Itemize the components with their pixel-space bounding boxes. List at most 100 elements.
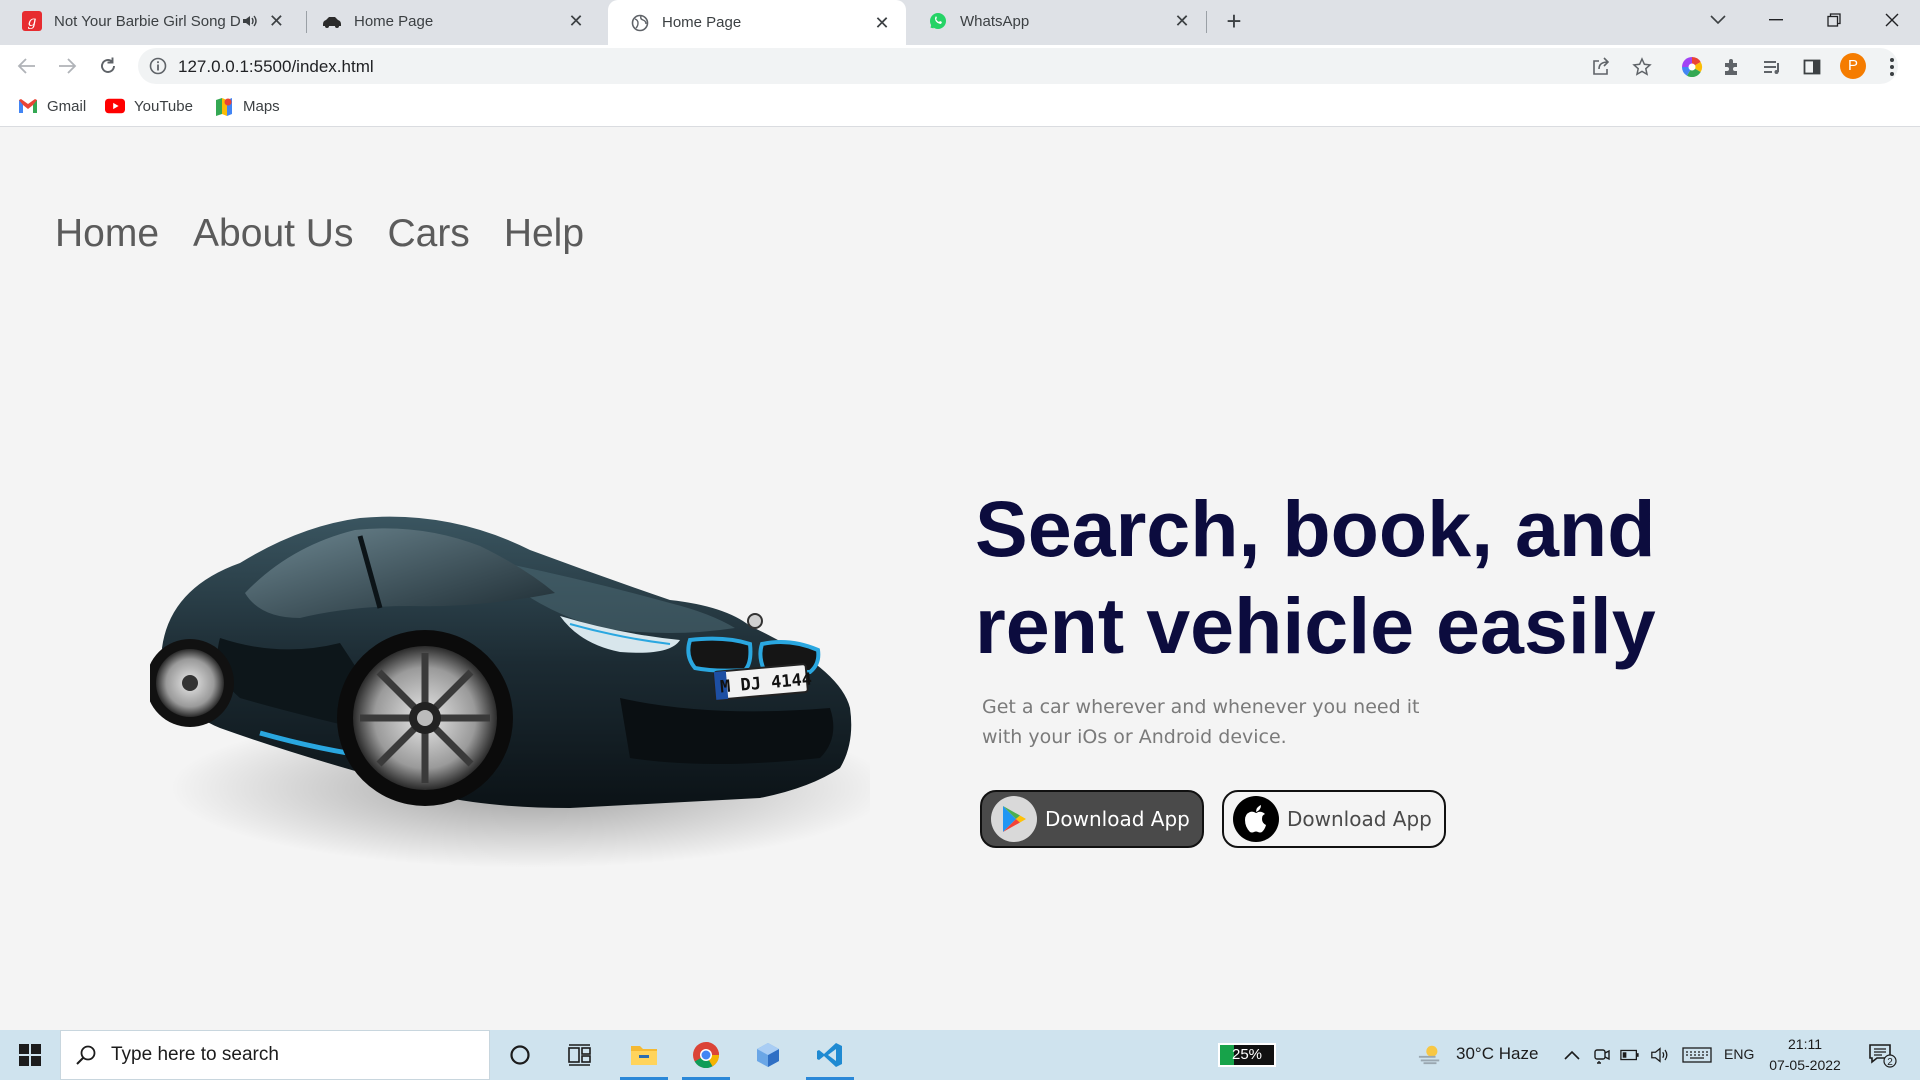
windows-logo-icon	[19, 1044, 41, 1066]
taskbar-search-input[interactable]	[111, 1044, 471, 1066]
apple-icon	[1233, 796, 1279, 842]
close-tab-icon[interactable]: ✕	[872, 13, 892, 33]
battery-overlay-text: 25%	[1231, 1046, 1263, 1063]
cortana-button[interactable]	[494, 1030, 546, 1080]
bookmark-label: Maps	[243, 97, 280, 115]
svg-text:g: g	[28, 14, 37, 30]
extensions-puzzle-icon[interactable]	[1720, 55, 1744, 79]
battery-icon[interactable]	[1620, 1045, 1640, 1065]
download-ios-label: Download App	[1287, 807, 1432, 831]
minimize-button[interactable]	[1748, 0, 1804, 40]
close-window-button[interactable]	[1864, 0, 1920, 40]
download-android-label: Download App	[1045, 807, 1190, 831]
bookmarks-bar: Gmail YouTube Maps	[0, 87, 1920, 127]
bookmark-label: YouTube	[134, 97, 193, 115]
gaana-icon: g	[22, 11, 42, 31]
hero-subtitle: Get a car wherever and whenever you need…	[982, 696, 1420, 748]
forward-button[interactable]	[54, 53, 80, 79]
download-buttons: Download App Download App	[980, 790, 1446, 848]
tab-title: Home Page	[662, 14, 742, 31]
whatsapp-icon	[928, 11, 948, 31]
profile-avatar[interactable]: P	[1840, 53, 1866, 79]
chrome-icon	[693, 1042, 720, 1069]
tab-music[interactable]: g Not Your Barbie Girl Song Do ✕	[0, 0, 300, 42]
input-language[interactable]: ENG	[1724, 1046, 1754, 1062]
taskbar-clock[interactable]: 21:11 07-05-2022	[1760, 1034, 1850, 1076]
close-tab-icon[interactable]: ✕	[267, 11, 286, 31]
cube-icon	[757, 1043, 779, 1067]
address-bar[interactable]: 127.0.0.1:5500/index.html	[138, 48, 1898, 84]
share-icon[interactable]	[1590, 56, 1612, 78]
globe-icon	[630, 13, 650, 33]
notification-center-button[interactable]: 2	[1868, 1042, 1898, 1068]
hero-headline-line-2: rent vehicle easily	[975, 581, 1656, 670]
weather-text[interactable]: 30°C Haze	[1456, 1044, 1538, 1064]
back-button[interactable]	[14, 53, 40, 79]
show-hidden-icons-chevron-icon[interactable]	[1562, 1045, 1582, 1065]
3d-viewer-button[interactable]	[742, 1030, 794, 1080]
notification-count: 2	[1887, 1057, 1893, 1068]
keyboard-icon[interactable]	[1682, 1045, 1712, 1065]
youtube-icon	[105, 96, 125, 116]
vscode-button[interactable]	[804, 1030, 856, 1080]
restore-button[interactable]	[1806, 0, 1862, 40]
google-play-icon	[991, 796, 1037, 842]
menu-kebab-icon[interactable]	[1880, 55, 1904, 79]
bookmark-maps[interactable]: Maps	[214, 96, 280, 116]
tab-title: WhatsApp	[960, 12, 1030, 30]
task-view-button[interactable]	[554, 1030, 606, 1080]
clock-date: 07-05-2022	[1769, 1057, 1841, 1073]
search-icon	[75, 1044, 97, 1066]
tab-home-active[interactable]: Home Page ✕	[608, 0, 906, 45]
nav-home-link[interactable]: Home	[55, 212, 159, 256]
media-queue-icon[interactable]	[1760, 55, 1784, 79]
tab-title: Not Your Barbie Girl Song Do	[54, 12, 241, 30]
tab-search-chevron-icon[interactable]	[1690, 0, 1746, 40]
browser-tabstrip: g Not Your Barbie Girl Song Do ✕ Home Pa…	[0, 0, 1920, 45]
download-android-button[interactable]: Download App	[980, 790, 1204, 848]
url-text[interactable]: 127.0.0.1:5500/index.html	[178, 57, 374, 77]
file-explorer-button[interactable]	[618, 1030, 670, 1080]
browser-toolbar: 127.0.0.1:5500/index.html P	[0, 45, 1920, 87]
task-view-icon	[568, 1044, 591, 1066]
meet-now-icon[interactable]	[1592, 1045, 1612, 1065]
tab-whatsapp[interactable]: WhatsApp ✕	[906, 0, 1206, 42]
site-info-icon[interactable]	[148, 56, 168, 76]
tab-separator	[1206, 11, 1207, 33]
maps-icon	[214, 96, 234, 116]
site-nav: Home About Us Cars Help	[55, 212, 584, 256]
bookmark-youtube[interactable]: YouTube	[105, 96, 193, 116]
web-page: Home About Us Cars Help M DJ 4144 Search…	[0, 128, 1920, 1030]
folder-icon	[631, 1046, 657, 1065]
volume-icon[interactable]	[1650, 1045, 1670, 1065]
close-tab-icon[interactable]: ✕	[1172, 11, 1192, 31]
reload-button[interactable]	[95, 53, 121, 79]
chat-bubble-icon: 2	[1869, 1044, 1897, 1068]
bookmark-gmail[interactable]: Gmail	[18, 96, 86, 116]
chrome-button[interactable]	[680, 1030, 732, 1080]
color-extension-icon[interactable]	[1680, 55, 1704, 79]
nav-help-link[interactable]: Help	[504, 212, 584, 256]
start-button[interactable]	[0, 1030, 60, 1080]
close-tab-icon[interactable]: ✕	[566, 11, 586, 31]
nav-cars-link[interactable]: Cars	[387, 212, 469, 256]
weather-haze-icon[interactable]	[1418, 1042, 1442, 1066]
side-panel-icon[interactable]	[1800, 55, 1824, 79]
hero-headline: Search, book, and rent vehicle easily	[975, 480, 1735, 674]
taskbar-search-box[interactable]	[60, 1030, 490, 1080]
clock-time: 21:11	[1788, 1036, 1822, 1052]
windows-taskbar: 25% 30°C Haze ENG 21:11 07-05-2022 2	[0, 1030, 1920, 1080]
tab-home-1[interactable]: Home Page ✕	[300, 0, 600, 42]
download-ios-button[interactable]: Download App	[1222, 790, 1446, 848]
hero-section: Search, book, and rent vehicle easily Ge…	[975, 480, 1735, 752]
cortana-circle-icon	[510, 1045, 530, 1065]
nav-about-us-link[interactable]: About Us	[193, 212, 353, 256]
new-tab-button[interactable]: +	[1221, 8, 1247, 35]
battery-percentage-overlay: 25%	[1218, 1043, 1276, 1067]
gmail-icon	[18, 96, 38, 116]
speaker-icon[interactable]	[241, 12, 259, 30]
tab-title: Home Page	[354, 12, 434, 30]
bookmark-star-icon[interactable]	[1631, 56, 1653, 78]
bookmark-label: Gmail	[47, 97, 87, 115]
car-favicon-icon	[322, 11, 342, 31]
